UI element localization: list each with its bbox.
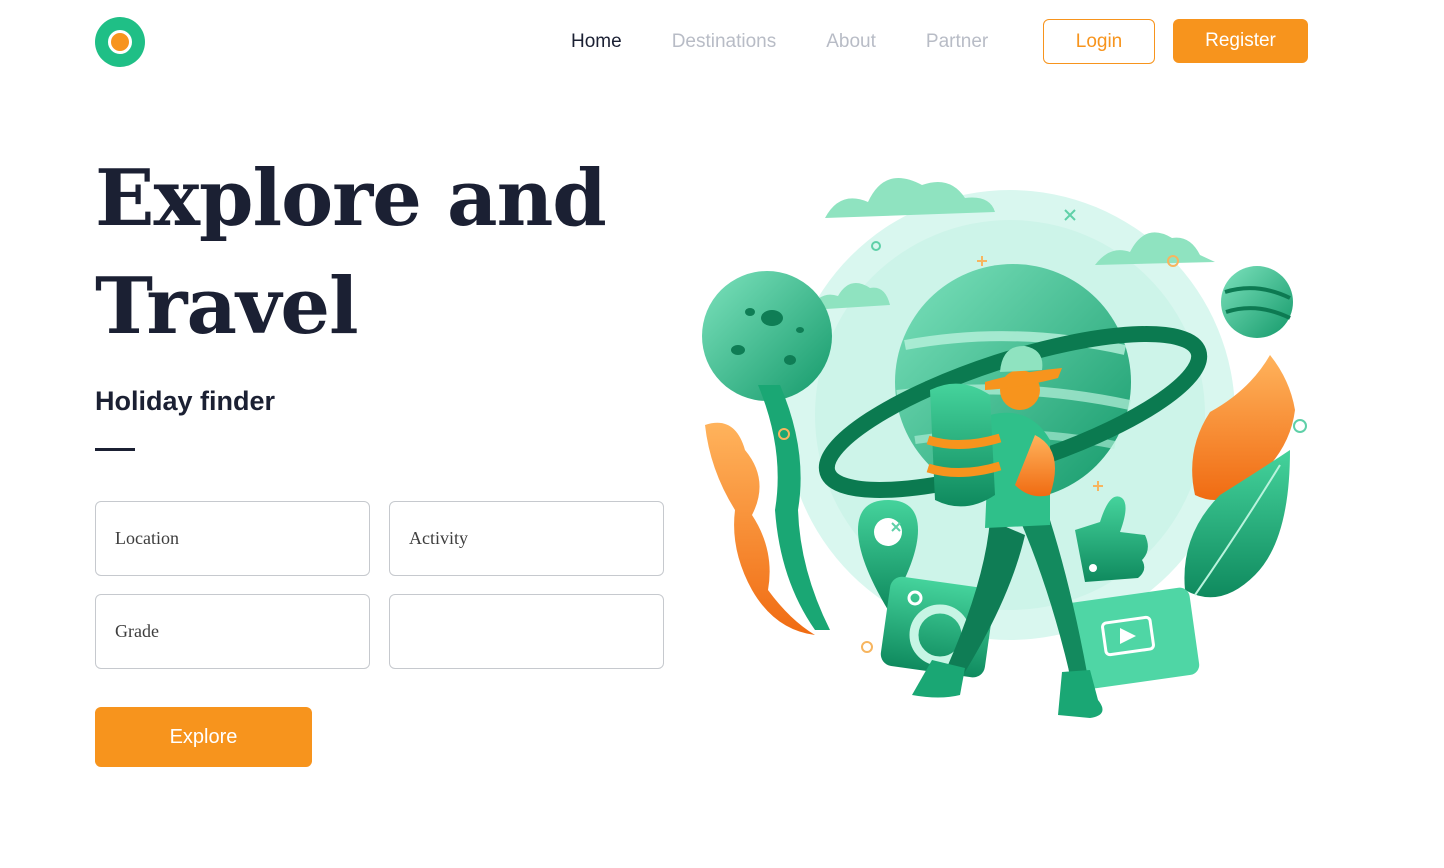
- nav-home-link[interactable]: Home: [571, 31, 622, 53]
- hero-title: Explore and Travel: [95, 145, 655, 361]
- nav-destinations-link[interactable]: Destinations: [672, 31, 777, 53]
- nav-about-link[interactable]: About: [826, 31, 876, 53]
- hero-title-line-1: Explore and: [95, 153, 607, 244]
- crater: [761, 310, 783, 326]
- extra-input[interactable]: [389, 594, 664, 669]
- main-nav: Home Destinations About Partner: [571, 19, 988, 64]
- moon-tree-crown: [702, 271, 832, 401]
- crater: [745, 308, 755, 316]
- register-button[interactable]: Register: [1173, 19, 1308, 63]
- login-button[interactable]: Login: [1043, 19, 1155, 64]
- thumbs-up-dot: [1089, 564, 1097, 572]
- crater: [796, 327, 804, 333]
- crater: [784, 355, 796, 365]
- nav-partner-link[interactable]: Partner: [926, 31, 988, 53]
- sparkle-ring: [861, 641, 873, 653]
- grade-input[interactable]: [95, 594, 370, 669]
- logo-icon[interactable]: [95, 17, 145, 67]
- heading-divider: [95, 448, 135, 451]
- explore-button[interactable]: Explore: [95, 707, 312, 767]
- hero-title-line-2: Travel: [95, 261, 359, 352]
- location-input[interactable]: [95, 501, 370, 576]
- holiday-finder-heading: Holiday finder: [95, 386, 276, 416]
- cloud-icon: [825, 177, 995, 218]
- logo-inner-ring: [108, 30, 132, 54]
- traveler-illustration: [702, 177, 1307, 718]
- activity-input[interactable]: [389, 501, 664, 576]
- location-pin-hole: [874, 518, 902, 546]
- sparkle-ring: [1293, 419, 1307, 433]
- crater: [731, 345, 745, 355]
- small-planet: [1221, 266, 1293, 338]
